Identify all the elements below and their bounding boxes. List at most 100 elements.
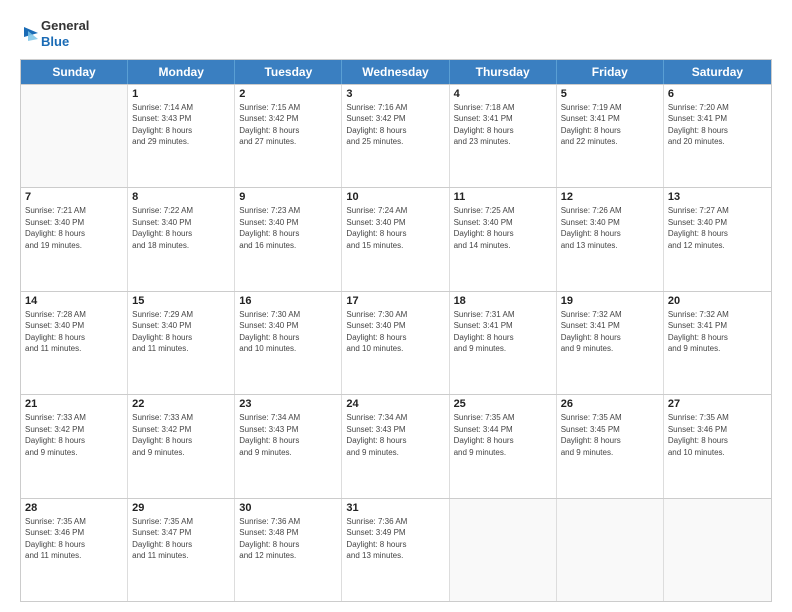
day-info: Sunrise: 7:20 AM Sunset: 3:41 PM Dayligh… bbox=[668, 102, 767, 148]
calendar-day-20: 20 Sunrise: 7:32 AM Sunset: 3:41 PM Dayli… bbox=[664, 292, 771, 395]
day-number: 5 bbox=[561, 88, 659, 100]
calendar-day-14: 14 Sunrise: 7:28 AM Sunset: 3:40 PM Dayli… bbox=[21, 292, 128, 395]
day-number: 18 bbox=[454, 295, 552, 307]
day-number: 28 bbox=[25, 502, 123, 514]
calendar-day-24: 24Sunrise: 7:34 AM Sunset: 3:43 PM Dayli… bbox=[342, 395, 449, 498]
calendar-day-28: 28 Sunrise: 7:35 AM Sunset: 3:46 PM Dayli… bbox=[21, 499, 128, 602]
calendar: SundayMondayTuesdayWednesdayThursdayFrid… bbox=[20, 59, 772, 603]
calendar-day-19: 19 Sunrise: 7:32 AM Sunset: 3:41 PM Dayli… bbox=[557, 292, 664, 395]
calendar-day-21: 21 Sunrise: 7:33 AM Sunset: 3:42 PM Dayli… bbox=[21, 395, 128, 498]
logo: General Blue bbox=[20, 18, 89, 51]
calendar-day-10: 10 Sunrise: 7:24 AM Sunset: 3:40 PM Dayli… bbox=[342, 188, 449, 291]
calendar-day-31: 31 Sunrise: 7:36 AM Sunset: 3:49 PM Dayli… bbox=[342, 499, 449, 602]
calendar-day-1: 1 Sunrise: 7:14 AM Sunset: 3:43 PM Daylig… bbox=[128, 85, 235, 188]
day-number: 2 bbox=[239, 88, 337, 100]
calendar-day-30: 30 Sunrise: 7:36 AM Sunset: 3:48 PM Dayli… bbox=[235, 499, 342, 602]
day-info: Sunrise: 7:25 AM Sunset: 3:40 PM Dayligh… bbox=[454, 205, 552, 251]
day-info: Sunrise: 7:33 AM Sunset: 3:42 PM Dayligh… bbox=[132, 412, 230, 458]
day-number: 20 bbox=[668, 295, 767, 307]
calendar-day-11: 11Sunrise: 7:25 AM Sunset: 3:40 PM Dayli… bbox=[450, 188, 557, 291]
page: General Blue SundayMondayTuesdayWednesda… bbox=[0, 0, 792, 612]
day-info: Sunrise: 7:34 AM Sunset: 3:43 PM Dayligh… bbox=[346, 412, 444, 458]
calendar-day-25: 25Sunrise: 7:35 AM Sunset: 3:44 PM Dayli… bbox=[450, 395, 557, 498]
day-info: Sunrise: 7:32 AM Sunset: 3:41 PM Dayligh… bbox=[561, 309, 659, 355]
day-number: 16 bbox=[239, 295, 337, 307]
day-number: 8 bbox=[132, 191, 230, 203]
day-header-wednesday: Wednesday bbox=[342, 60, 449, 84]
day-info: Sunrise: 7:18 AM Sunset: 3:41 PM Dayligh… bbox=[454, 102, 552, 148]
day-info: Sunrise: 7:21 AM Sunset: 3:40 PM Dayligh… bbox=[25, 205, 123, 251]
day-number: 19 bbox=[561, 295, 659, 307]
day-number: 12 bbox=[561, 191, 659, 203]
day-info: Sunrise: 7:24 AM Sunset: 3:40 PM Dayligh… bbox=[346, 205, 444, 251]
day-info: Sunrise: 7:14 AM Sunset: 3:43 PM Dayligh… bbox=[132, 102, 230, 148]
day-info: Sunrise: 7:35 AM Sunset: 3:46 PM Dayligh… bbox=[25, 516, 123, 562]
day-info: Sunrise: 7:22 AM Sunset: 3:40 PM Dayligh… bbox=[132, 205, 230, 251]
day-info: Sunrise: 7:36 AM Sunset: 3:49 PM Dayligh… bbox=[346, 516, 444, 562]
day-header-saturday: Saturday bbox=[664, 60, 771, 84]
calendar-day-22: 22 Sunrise: 7:33 AM Sunset: 3:42 PM Dayli… bbox=[128, 395, 235, 498]
day-number: 17 bbox=[346, 295, 444, 307]
day-number: 15 bbox=[132, 295, 230, 307]
day-number: 6 bbox=[668, 88, 767, 100]
calendar-day-8: 8 Sunrise: 7:22 AM Sunset: 3:40 PM Daylig… bbox=[128, 188, 235, 291]
day-number: 27 bbox=[668, 398, 767, 410]
day-info: Sunrise: 7:35 AM Sunset: 3:47 PM Dayligh… bbox=[132, 516, 230, 562]
day-number: 1 bbox=[132, 88, 230, 100]
calendar-day-4: 4Sunrise: 7:18 AM Sunset: 3:41 PM Daylig… bbox=[450, 85, 557, 188]
calendar-day-empty bbox=[664, 499, 771, 602]
day-number: 22 bbox=[132, 398, 230, 410]
calendar-week-2: 7Sunrise: 7:21 AM Sunset: 3:40 PM Daylig… bbox=[21, 187, 771, 291]
day-number: 31 bbox=[346, 502, 444, 514]
day-info: Sunrise: 7:27 AM Sunset: 3:40 PM Dayligh… bbox=[668, 205, 767, 251]
day-info: Sunrise: 7:16 AM Sunset: 3:42 PM Dayligh… bbox=[346, 102, 444, 148]
calendar-day-27: 27 Sunrise: 7:35 AM Sunset: 3:46 PM Dayli… bbox=[664, 395, 771, 498]
day-number: 30 bbox=[239, 502, 337, 514]
calendar-day-6: 6 Sunrise: 7:20 AM Sunset: 3:41 PM Daylig… bbox=[664, 85, 771, 188]
day-number: 9 bbox=[239, 191, 337, 203]
day-number: 26 bbox=[561, 398, 659, 410]
calendar-day-17: 17 Sunrise: 7:30 AM Sunset: 3:40 PM Dayli… bbox=[342, 292, 449, 395]
calendar-day-5: 5 Sunrise: 7:19 AM Sunset: 3:41 PM Daylig… bbox=[557, 85, 664, 188]
day-number: 10 bbox=[346, 191, 444, 203]
calendar-day-18: 18Sunrise: 7:31 AM Sunset: 3:41 PM Dayli… bbox=[450, 292, 557, 395]
day-info: Sunrise: 7:26 AM Sunset: 3:40 PM Dayligh… bbox=[561, 205, 659, 251]
calendar-week-1: 1 Sunrise: 7:14 AM Sunset: 3:43 PM Daylig… bbox=[21, 84, 771, 188]
day-header-tuesday: Tuesday bbox=[235, 60, 342, 84]
calendar-day-9: 9 Sunrise: 7:23 AM Sunset: 3:40 PM Daylig… bbox=[235, 188, 342, 291]
day-number: 14 bbox=[25, 295, 123, 307]
calendar-day-15: 15 Sunrise: 7:29 AM Sunset: 3:40 PM Dayli… bbox=[128, 292, 235, 395]
day-info: Sunrise: 7:34 AM Sunset: 3:43 PM Dayligh… bbox=[239, 412, 337, 458]
day-info: Sunrise: 7:23 AM Sunset: 3:40 PM Dayligh… bbox=[239, 205, 337, 251]
calendar-week-3: 14 Sunrise: 7:28 AM Sunset: 3:40 PM Dayli… bbox=[21, 291, 771, 395]
day-number: 21 bbox=[25, 398, 123, 410]
day-info: Sunrise: 7:19 AM Sunset: 3:41 PM Dayligh… bbox=[561, 102, 659, 148]
day-number: 25 bbox=[454, 398, 552, 410]
day-info: Sunrise: 7:33 AM Sunset: 3:42 PM Dayligh… bbox=[25, 412, 123, 458]
calendar-week-5: 28 Sunrise: 7:35 AM Sunset: 3:46 PM Dayli… bbox=[21, 498, 771, 602]
day-header-sunday: Sunday bbox=[21, 60, 128, 84]
day-info: Sunrise: 7:32 AM Sunset: 3:41 PM Dayligh… bbox=[668, 309, 767, 355]
calendar-header-row: SundayMondayTuesdayWednesdayThursdayFrid… bbox=[21, 60, 771, 84]
day-info: Sunrise: 7:28 AM Sunset: 3:40 PM Dayligh… bbox=[25, 309, 123, 355]
day-info: Sunrise: 7:29 AM Sunset: 3:40 PM Dayligh… bbox=[132, 309, 230, 355]
calendar-day-23: 23Sunrise: 7:34 AM Sunset: 3:43 PM Dayli… bbox=[235, 395, 342, 498]
calendar-day-12: 12 Sunrise: 7:26 AM Sunset: 3:40 PM Dayli… bbox=[557, 188, 664, 291]
day-header-thursday: Thursday bbox=[450, 60, 557, 84]
calendar-day-empty bbox=[557, 499, 664, 602]
day-info: Sunrise: 7:30 AM Sunset: 3:40 PM Dayligh… bbox=[239, 309, 337, 355]
calendar-day-16: 16 Sunrise: 7:30 AM Sunset: 3:40 PM Dayli… bbox=[235, 292, 342, 395]
calendar-day-7: 7Sunrise: 7:21 AM Sunset: 3:40 PM Daylig… bbox=[21, 188, 128, 291]
day-info: Sunrise: 7:35 AM Sunset: 3:46 PM Dayligh… bbox=[668, 412, 767, 458]
calendar-body: 1 Sunrise: 7:14 AM Sunset: 3:43 PM Daylig… bbox=[21, 84, 771, 602]
day-number: 29 bbox=[132, 502, 230, 514]
day-info: Sunrise: 7:35 AM Sunset: 3:45 PM Dayligh… bbox=[561, 412, 659, 458]
logo-bird-icon bbox=[20, 23, 38, 45]
day-info: Sunrise: 7:30 AM Sunset: 3:40 PM Dayligh… bbox=[346, 309, 444, 355]
header: General Blue bbox=[20, 18, 772, 51]
calendar-day-26: 26 Sunrise: 7:35 AM Sunset: 3:45 PM Dayli… bbox=[557, 395, 664, 498]
day-header-friday: Friday bbox=[557, 60, 664, 84]
calendar-day-empty bbox=[21, 85, 128, 188]
day-info: Sunrise: 7:36 AM Sunset: 3:48 PM Dayligh… bbox=[239, 516, 337, 562]
calendar-day-29: 29 Sunrise: 7:35 AM Sunset: 3:47 PM Dayli… bbox=[128, 499, 235, 602]
